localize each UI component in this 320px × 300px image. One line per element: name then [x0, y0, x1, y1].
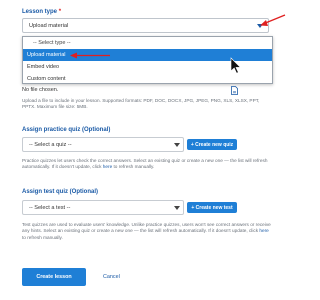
annotation-layer — [70, 14, 286, 74]
mouse-cursor-icon — [230, 57, 242, 74]
annotation-arrow-option — [70, 52, 110, 59]
annotation-arrow-top — [260, 14, 286, 26]
